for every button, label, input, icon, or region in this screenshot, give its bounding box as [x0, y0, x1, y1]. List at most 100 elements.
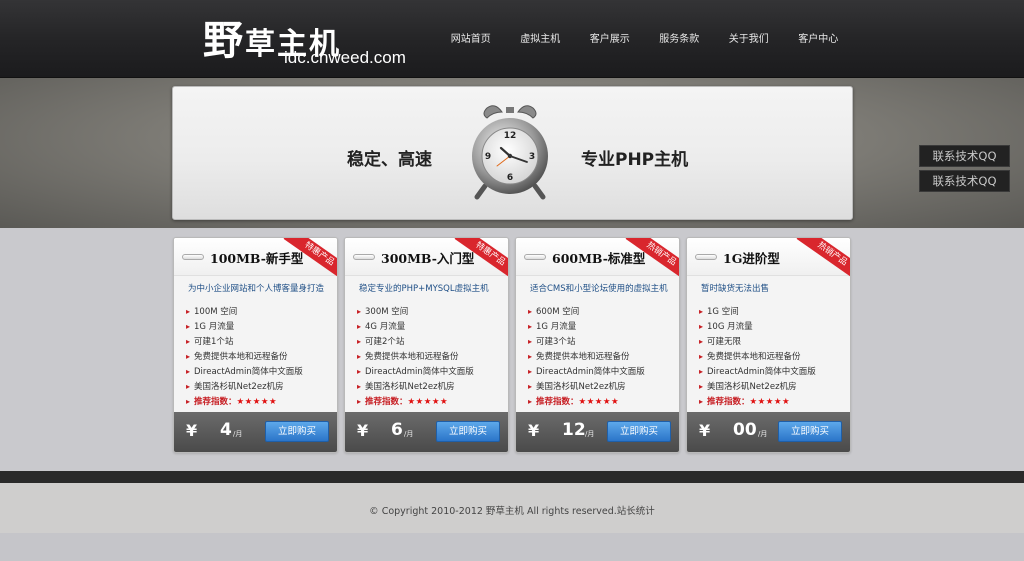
product-card: 1G进阶型 热销产品 暂时缺货无法出售 1G 空间 10G 月流量 可建无限 免… [686, 237, 851, 453]
price-unit: /月 [758, 430, 768, 438]
list-item: 可建无限 [699, 334, 816, 349]
banner-slogan-left: 稳定、高速 [347, 150, 432, 170]
bottom-bar [0, 533, 1024, 561]
pill-icon [353, 254, 375, 260]
list-item: DireactAdmin简体中文面版 [357, 364, 474, 379]
feature-list: 1G 空间 10G 月流量 可建无限 免费提供本地和远程备份 DireactAd… [699, 304, 816, 409]
card-footer: ¥ 6 /月 立即购买 [345, 412, 508, 452]
nav-home[interactable]: 网站首页 [436, 30, 506, 45]
product-card: 300MB-入门型 特惠产品 稳定专业的PHP+MYSQL虚拟主机 300M 空… [344, 237, 509, 453]
qq-contact-button[interactable]: 联系技术QQ [919, 170, 1010, 192]
copyright-text: © Copyright 2010-2012 野草主机 All rights re… [369, 506, 655, 517]
card-footer: ¥ 4 /月 立即购买 [174, 412, 337, 452]
list-item: 4G 月流量 [357, 319, 474, 334]
nav-about[interactable]: 关于我们 [714, 30, 784, 45]
list-item: 美国洛杉矶Net2ez机房 [528, 379, 645, 394]
logo-domain: idc.cnweed.com [284, 48, 406, 67]
list-item: 可建1个站 [186, 334, 303, 349]
footer-divider [0, 471, 1024, 483]
buy-now-button[interactable]: 立即购买 [778, 421, 842, 442]
main-nav: 网站首页 虚拟主机 客户展示 服务条款 关于我们 客户中心 [436, 30, 853, 45]
list-item: 免费提供本地和远程备份 [699, 349, 816, 364]
card-header: 100MB-新手型 特惠产品 [174, 238, 337, 283]
recommend-rating: 推荐指数：★★★★★ [699, 394, 816, 409]
product-card: 100MB-新手型 特惠产品 为中小企业网站和个人博客量身打造 100M 空间 … [173, 237, 338, 453]
nav-terms[interactable]: 服务条款 [645, 30, 715, 45]
list-item: 美国洛杉矶Net2ez机房 [186, 379, 303, 394]
buy-now-button[interactable]: 立即购买 [607, 421, 671, 442]
recommend-label: 推荐指数： [194, 397, 237, 407]
product-cards: 100MB-新手型 特惠产品 为中小企业网站和个人博客量身打造 100M 空间 … [173, 237, 857, 453]
banner-slogan-right: 专业PHP主机 [581, 150, 689, 170]
site-footer: © Copyright 2010-2012 野草主机 All rights re… [0, 483, 1024, 533]
buy-now-button[interactable]: 立即购买 [265, 421, 329, 442]
buy-now-button[interactable]: 立即购买 [436, 421, 500, 442]
list-item: 100M 空间 [186, 304, 303, 319]
list-item: 1G 月流量 [528, 319, 645, 334]
alarm-clock-icon: 12 3 6 9 [472, 105, 548, 200]
nav-virtual-host[interactable]: 虚拟主机 [506, 30, 576, 45]
star-icons: ★★★★★ [749, 397, 791, 407]
card-footer: ¥ 00 /月 立即购买 [687, 412, 850, 452]
currency-symbol: ¥ [699, 421, 711, 440]
card-subtitle: 为中小企业网站和个人博客量身打造 [188, 284, 325, 294]
list-item: 美国洛杉矶Net2ez机房 [357, 379, 474, 394]
price-value: 6 [391, 420, 403, 440]
list-item: 10G 月流量 [699, 319, 816, 334]
product-card: 600MB-标准型 热销产品 适合CMS和小型论坛使用的虚拟主机 600M 空间… [515, 237, 680, 453]
card-ribbon: 热销产品 [796, 238, 850, 283]
pill-icon [695, 254, 717, 260]
list-item: 300M 空间 [357, 304, 474, 319]
list-item: 免费提供本地和远程备份 [528, 349, 645, 364]
clock-number-3: 3 [529, 152, 535, 162]
recommend-label: 推荐指数： [707, 397, 750, 407]
currency-symbol: ¥ [357, 421, 369, 440]
price-value: 4 [220, 420, 232, 440]
recommend-label: 推荐指数： [365, 397, 408, 407]
price-value: 00 [733, 420, 757, 440]
feature-list: 600M 空间 1G 月流量 可建3个站 免费提供本地和远程备份 Direact… [528, 304, 645, 409]
price-unit: /月 [233, 430, 243, 438]
price-unit: /月 [404, 430, 414, 438]
hero-banner: 稳定、高速 12 3 6 9 专业PHP主机 [172, 86, 853, 220]
currency-symbol: ¥ [186, 421, 198, 440]
list-item: 可建3个站 [528, 334, 645, 349]
feature-list: 300M 空间 4G 月流量 可建2个站 免费提供本地和远程备份 Direact… [357, 304, 474, 409]
card-title: 1G进阶型 [723, 251, 780, 266]
recommend-rating: 推荐指数：★★★★★ [186, 394, 303, 409]
list-item: DireactAdmin简体中文面版 [699, 364, 816, 379]
feature-list: 100M 空间 1G 月流量 可建1个站 免费提供本地和远程备份 Direact… [186, 304, 303, 409]
list-item: 1G 月流量 [186, 319, 303, 334]
list-item: 1G 空间 [699, 304, 816, 319]
price-unit: /月 [585, 430, 595, 438]
star-icons: ★★★★★ [407, 397, 449, 407]
currency-symbol: ¥ [528, 421, 540, 440]
card-subtitle: 稳定专业的PHP+MYSQL虚拟主机 [359, 284, 489, 294]
list-item: DireactAdmin简体中文面版 [186, 364, 303, 379]
star-icons: ★★★★★ [578, 397, 620, 407]
list-item: 免费提供本地和远程备份 [357, 349, 474, 364]
list-item: 美国洛杉矶Net2ez机房 [699, 379, 816, 394]
list-item: 可建2个站 [357, 334, 474, 349]
card-subtitle: 适合CMS和小型论坛使用的虚拟主机 [530, 284, 668, 294]
card-title: 100MB-新手型 [210, 251, 304, 266]
recommend-label: 推荐指数： [536, 397, 579, 407]
card-subtitle: 暂时缺货无法出售 [701, 284, 770, 294]
site-header: 野草主机 idc.cnweed.com 网站首页 虚拟主机 客户展示 服务条款 … [0, 0, 1024, 78]
clock-number-6: 6 [507, 173, 513, 183]
nav-client-center[interactable]: 客户中心 [784, 30, 854, 45]
nav-customers[interactable]: 客户展示 [575, 30, 645, 45]
qq-contact-button[interactable]: 联系技术QQ [919, 145, 1010, 167]
card-title: 600MB-标准型 [552, 251, 646, 266]
list-item: 600M 空间 [528, 304, 645, 319]
card-title: 300MB-入门型 [381, 251, 475, 266]
list-item: 免费提供本地和远程备份 [186, 349, 303, 364]
card-header: 300MB-入门型 特惠产品 [345, 238, 508, 283]
clock-number-9: 9 [485, 152, 491, 162]
recommend-rating: 推荐指数：★★★★★ [528, 394, 645, 409]
recommend-rating: 推荐指数：★★★★★ [357, 394, 474, 409]
star-icons: ★★★★★ [236, 397, 278, 407]
card-header: 600MB-标准型 热销产品 [516, 238, 679, 283]
list-item: DireactAdmin简体中文面版 [528, 364, 645, 379]
logo-big-char: 野 [203, 17, 245, 64]
